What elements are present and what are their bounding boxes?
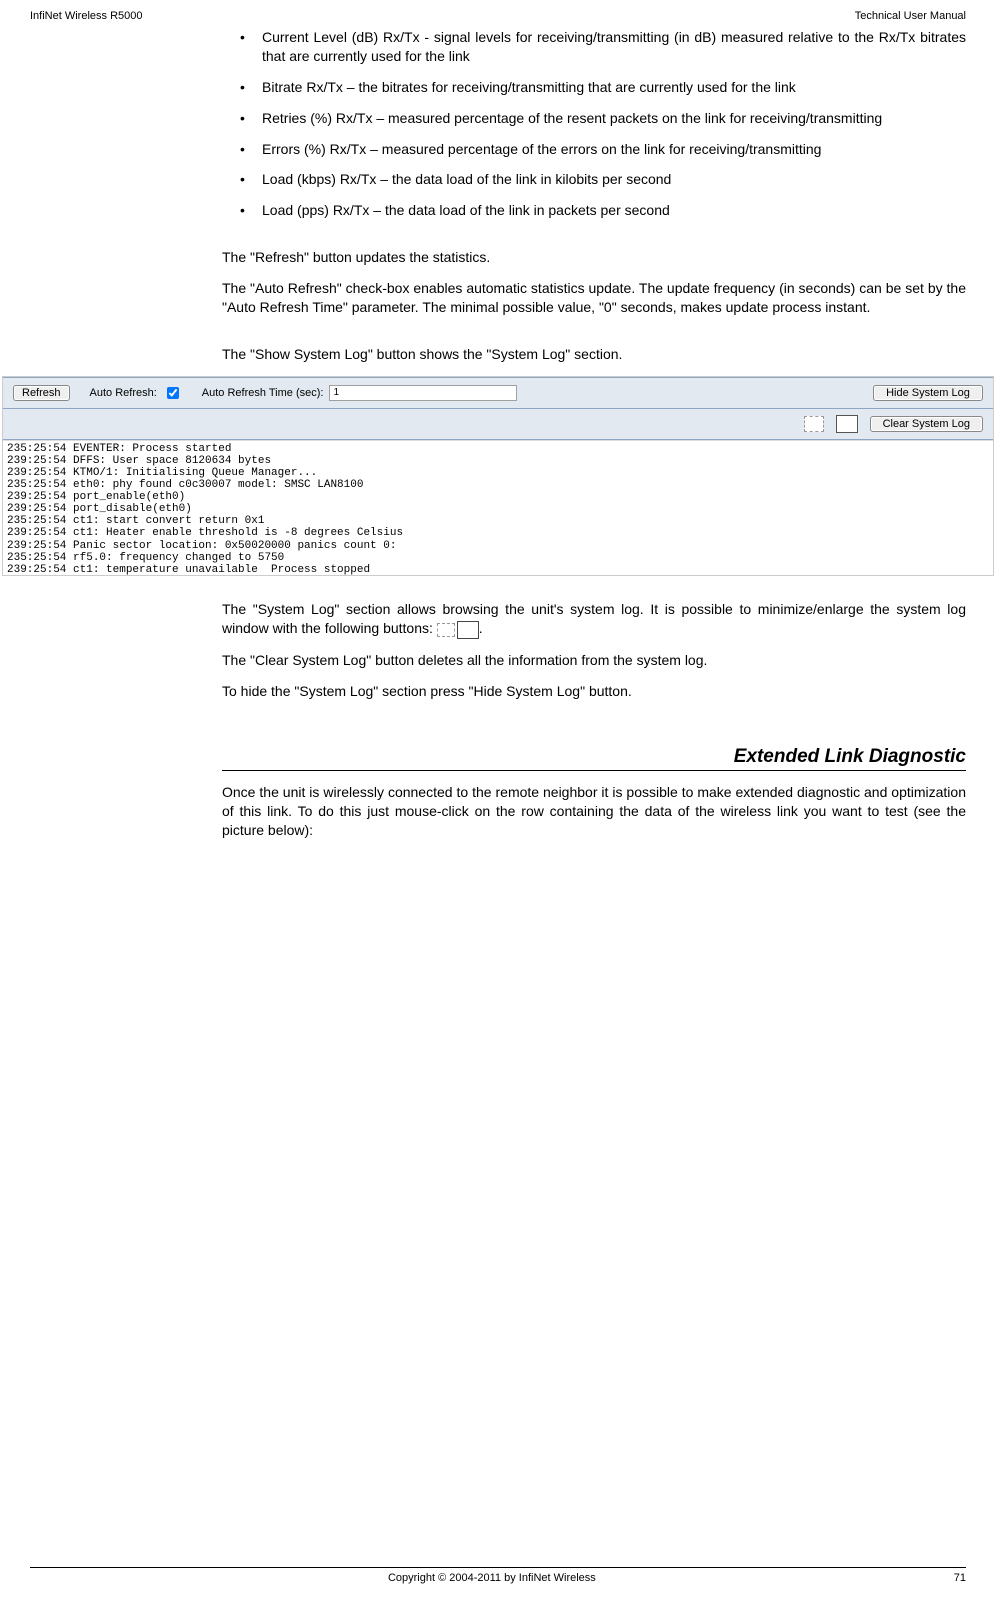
section-heading-extended-link-diagnostic: Extended Link Diagnostic xyxy=(222,746,966,771)
paragraph-auto-refresh: The "Auto Refresh" check-box enables aut… xyxy=(222,279,966,317)
paragraph-text: The "System Log" section allows browsing… xyxy=(222,601,966,636)
paragraph-extended-link-diagnostic: Once the unit is wirelessly connected to… xyxy=(222,783,966,840)
paragraph-refresh-button: The "Refresh" button updates the statist… xyxy=(222,248,966,267)
enlarge-icon xyxy=(457,621,479,639)
feature-bullet-list: Current Level (dB) Rx/Tx - signal levels… xyxy=(222,28,966,220)
refresh-button[interactable]: Refresh xyxy=(13,385,70,401)
auto-refresh-time-label: Auto Refresh Time (sec): xyxy=(202,387,324,399)
page-number: 71 xyxy=(954,1572,966,1584)
paragraph-system-log-browse: The "System Log" section allows browsing… xyxy=(222,600,966,639)
minimize-icon xyxy=(437,623,455,637)
system-log-output: 235:25:54 EVENTER: Process started 239:2… xyxy=(3,440,993,575)
list-item: Retries (%) Rx/Tx – measured percentage … xyxy=(222,109,966,128)
footer-copyright: Copyright © 2004-2011 by InfiNet Wireles… xyxy=(388,1572,596,1584)
hide-system-log-button[interactable]: Hide System Log xyxy=(873,385,983,401)
list-item: Current Level (dB) Rx/Tx - signal levels… xyxy=(222,28,966,66)
paragraph-hide-system-log: To hide the "System Log" section press "… xyxy=(222,682,966,701)
doc-header-left: InfiNet Wireless R5000 xyxy=(30,10,143,22)
clear-system-log-button[interactable]: Clear System Log xyxy=(870,416,983,432)
list-item: Bitrate Rx/Tx – the bitrates for receivi… xyxy=(222,78,966,97)
list-item: Load (kbps) Rx/Tx – the data load of the… xyxy=(222,170,966,189)
auto-refresh-label: Auto Refresh: xyxy=(90,387,157,399)
paragraph-clear-system-log: The "Clear System Log" button deletes al… xyxy=(222,651,966,670)
paragraph-show-system-log: The "Show System Log" button shows the "… xyxy=(222,345,966,364)
system-log-screenshot: Refresh Auto Refresh: Auto Refresh Time … xyxy=(2,376,994,576)
minimize-icon[interactable] xyxy=(804,416,824,432)
list-item: Load (pps) Rx/Tx – the data load of the … xyxy=(222,201,966,220)
auto-refresh-checkbox[interactable] xyxy=(167,387,179,399)
auto-refresh-time-input[interactable] xyxy=(329,385,517,401)
list-item: Errors (%) Rx/Tx – measured percentage o… xyxy=(222,140,966,159)
paragraph-text-end: . xyxy=(479,620,483,636)
enlarge-icon[interactable] xyxy=(836,415,858,433)
doc-header-right: Technical User Manual xyxy=(855,10,966,22)
resize-icons-inline xyxy=(437,619,479,638)
